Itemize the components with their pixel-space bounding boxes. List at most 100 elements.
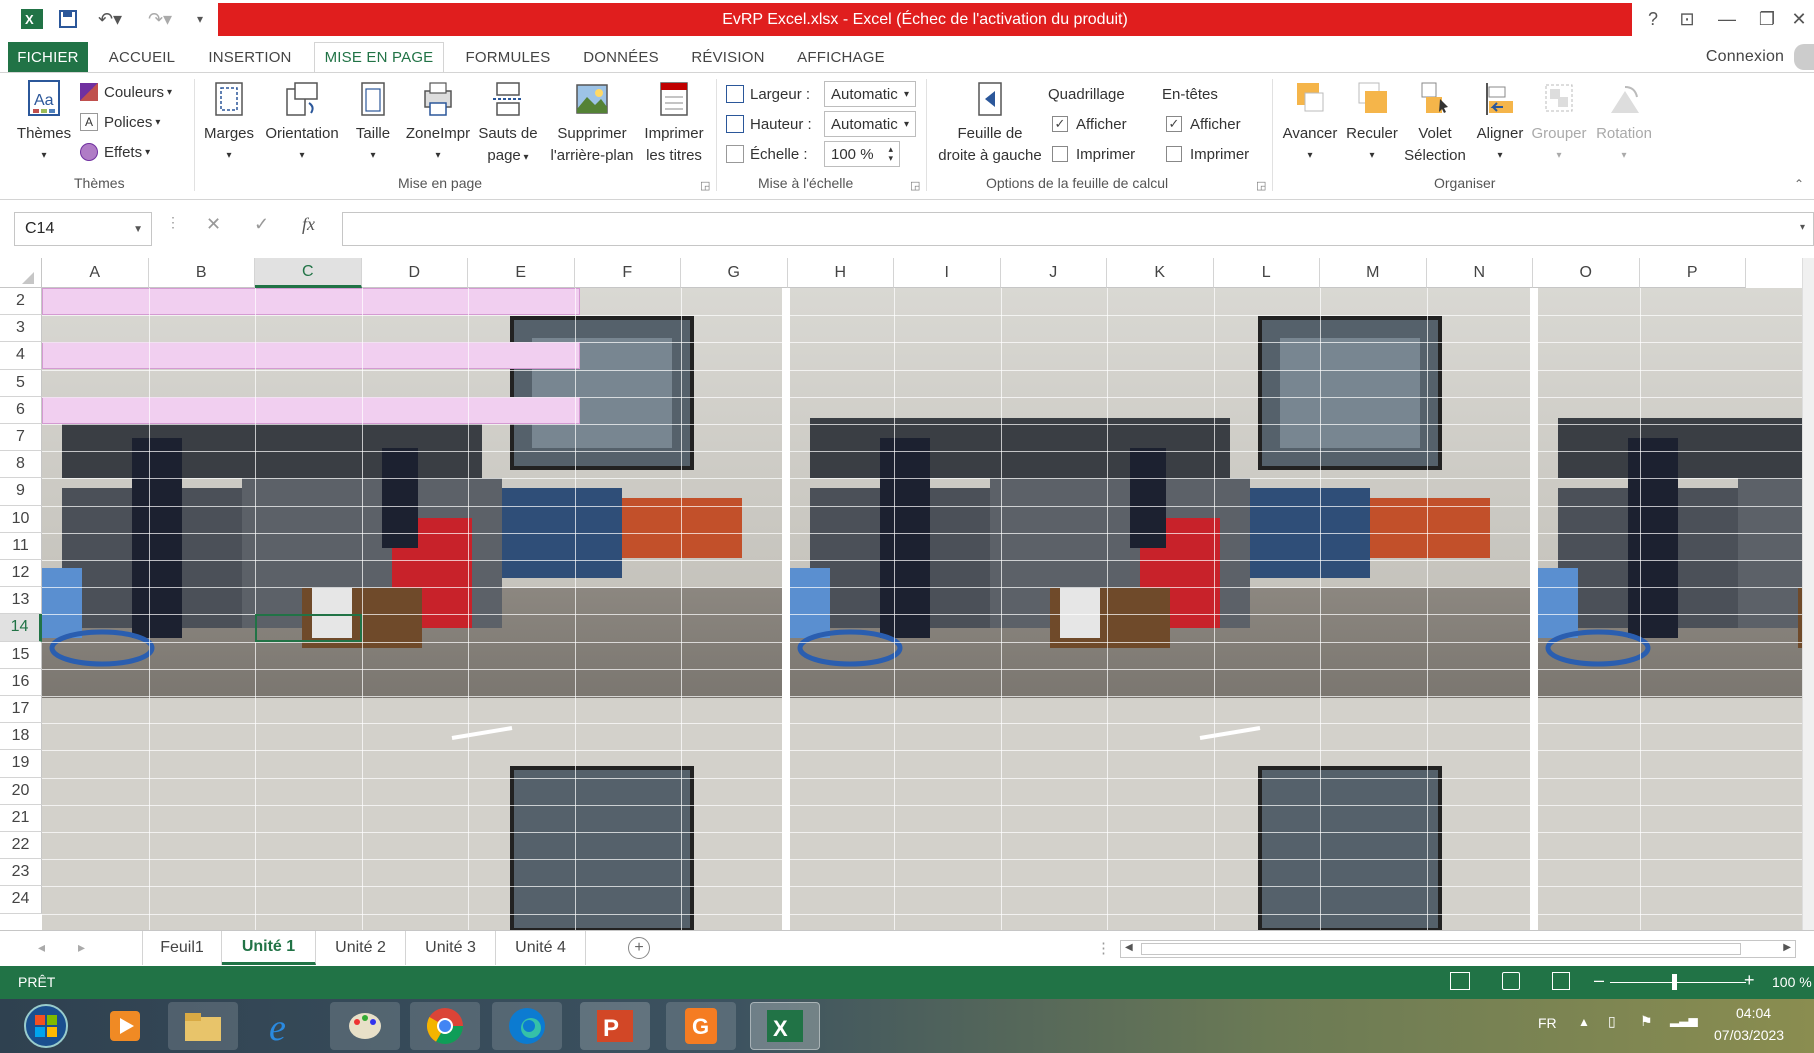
action-center-flag-icon[interactable]: ⚑ bbox=[1640, 1013, 1653, 1030]
collapse-ribbon-icon[interactable]: ⌃ bbox=[1794, 177, 1804, 191]
column-header-E[interactable]: E bbox=[468, 258, 575, 288]
tab-revision[interactable]: RÉVISION bbox=[684, 42, 772, 72]
taille-button[interactable]: Taille ▾ bbox=[350, 79, 396, 167]
tab-accueil[interactable]: ACCUEIL bbox=[100, 42, 184, 72]
language-indicator[interactable]: FR bbox=[1538, 1015, 1557, 1031]
pdf-creator-icon[interactable]: G bbox=[666, 1002, 736, 1050]
row-header-15[interactable]: 15 bbox=[0, 641, 42, 669]
sheet-options-launcher-icon[interactable]: ◲ bbox=[1256, 179, 1266, 192]
account-avatar[interactable] bbox=[1794, 44, 1814, 70]
enter-icon[interactable]: ✓ bbox=[254, 214, 269, 235]
column-header-C[interactable]: C bbox=[255, 258, 362, 288]
active-cell-C14[interactable] bbox=[255, 614, 362, 642]
vertical-scrollbar[interactable] bbox=[1802, 258, 1814, 930]
row-header-8[interactable]: 8 bbox=[0, 451, 42, 479]
rotation-button[interactable]: Rotation ▾ bbox=[1590, 79, 1658, 167]
name-box[interactable]: C14 ▼ bbox=[14, 212, 152, 246]
feuille-droite-gauche-button[interactable]: Feuille de droite à gauche bbox=[930, 79, 1050, 167]
excel-icon[interactable]: X bbox=[750, 1002, 820, 1050]
row-header-19[interactable]: 19 bbox=[0, 750, 42, 778]
media-player-icon[interactable] bbox=[90, 1002, 160, 1050]
column-header-A[interactable]: A bbox=[42, 258, 149, 288]
redo-icon[interactable]: ↷▾ bbox=[140, 6, 180, 32]
paint-icon[interactable] bbox=[330, 1002, 400, 1050]
volet-selection-button[interactable]: Volet Sélection bbox=[1400, 79, 1470, 167]
column-header-K[interactable]: K bbox=[1107, 258, 1214, 288]
tab-mise-en-page[interactable]: MISE EN PAGE bbox=[314, 42, 444, 72]
largeur-dropdown[interactable]: Automatic ▾ bbox=[824, 81, 916, 107]
scroll-right-icon[interactable]: ▶ bbox=[1783, 942, 1791, 953]
echelle-spinner[interactable]: 100 % ▴ ▾ bbox=[824, 141, 900, 167]
row-header-2[interactable]: 2 bbox=[0, 288, 42, 316]
row-header-6[interactable]: 6 bbox=[0, 396, 42, 424]
formula-input[interactable] bbox=[342, 212, 1814, 246]
select-all-button[interactable] bbox=[0, 258, 42, 288]
zoom-slider[interactable] bbox=[1610, 982, 1746, 983]
orientation-button[interactable]: Orientation ▾ bbox=[260, 79, 344, 167]
customize-quick-access-icon[interactable]: ▾ bbox=[190, 6, 210, 32]
column-header-N[interactable]: N bbox=[1426, 258, 1533, 288]
themes-button[interactable]: Aa Thèmes ▾ bbox=[12, 79, 76, 167]
ribbon-display-options-icon[interactable]: ⊡ bbox=[1670, 4, 1704, 34]
column-header-B[interactable]: B bbox=[148, 258, 255, 288]
column-header-F[interactable]: F bbox=[574, 258, 681, 288]
entetes-afficher-checkbox[interactable]: ✓ Afficher bbox=[1166, 111, 1241, 137]
sauts-de-page-button[interactable]: Sauts de page ▾ bbox=[472, 79, 544, 169]
row-header-4[interactable]: 4 bbox=[0, 342, 42, 370]
sheet-tab-unite-3[interactable]: Unité 3 bbox=[406, 931, 496, 965]
sheet-tab-unite-2[interactable]: Unité 2 bbox=[316, 931, 406, 965]
battery-icon[interactable]: ▯ bbox=[1608, 1013, 1616, 1030]
chrome-icon[interactable] bbox=[410, 1002, 480, 1050]
cells-area[interactable] bbox=[42, 288, 1802, 930]
scale-launcher-icon[interactable]: ◲ bbox=[910, 179, 920, 192]
start-orb-icon[interactable] bbox=[8, 1002, 84, 1050]
expand-formula-icon[interactable]: ▾ bbox=[1800, 222, 1805, 233]
row-header-17[interactable]: 17 bbox=[0, 696, 42, 724]
row-header-18[interactable]: 18 bbox=[0, 723, 42, 751]
quadrillage-imprimer-checkbox[interactable]: Imprimer bbox=[1052, 141, 1135, 167]
effets-button[interactable]: Effets ▾ bbox=[80, 139, 150, 165]
column-header-I[interactable]: I bbox=[894, 258, 1001, 288]
row-header-20[interactable]: 20 bbox=[0, 777, 42, 805]
tab-fichier[interactable]: FICHIER bbox=[8, 42, 88, 72]
row-header-21[interactable]: 21 bbox=[0, 804, 42, 832]
add-sheet-icon[interactable]: + bbox=[628, 937, 650, 959]
show-hidden-icons-icon[interactable]: ▲ bbox=[1578, 1015, 1590, 1029]
column-header-D[interactable]: D bbox=[361, 258, 468, 288]
insert-function-icon[interactable]: fx bbox=[302, 214, 315, 235]
marges-button[interactable]: Marges ▾ bbox=[200, 79, 258, 167]
imprimer-titres-button[interactable]: Imprimer les titres bbox=[636, 79, 712, 167]
sheet-tab-unite-1[interactable]: Unité 1 bbox=[222, 931, 316, 965]
column-header-O[interactable]: O bbox=[1533, 258, 1640, 288]
row-header-5[interactable]: 5 bbox=[0, 369, 42, 397]
couleurs-button[interactable]: Couleurs ▾ bbox=[80, 79, 172, 105]
zoom-out-icon[interactable]: – bbox=[1594, 970, 1604, 991]
column-header-L[interactable]: L bbox=[1213, 258, 1320, 288]
row-header-24[interactable]: 24 bbox=[0, 886, 42, 914]
row-header-11[interactable]: 11 bbox=[0, 532, 42, 560]
column-header-H[interactable]: H bbox=[787, 258, 894, 288]
clock-date[interactable]: 07/03/2023 bbox=[1714, 1027, 1784, 1043]
zone-impression-button[interactable]: ZoneImpr ▾ bbox=[400, 79, 476, 167]
column-header-G[interactable]: G bbox=[681, 258, 788, 288]
clock-time[interactable]: 04:04 bbox=[1736, 1005, 1771, 1021]
scroll-sheets-left-icon[interactable]: ◂ bbox=[38, 939, 45, 956]
split-handle-icon[interactable]: ⋮ bbox=[1096, 939, 1111, 957]
row-header-3[interactable]: 3 bbox=[0, 315, 42, 343]
page-layout-view-icon[interactable] bbox=[1502, 972, 1520, 990]
row-header-23[interactable]: 23 bbox=[0, 859, 42, 887]
zoom-level[interactable]: 100 % bbox=[1772, 974, 1812, 990]
connexion-link[interactable]: Connexion bbox=[1700, 42, 1790, 72]
column-header-M[interactable]: M bbox=[1320, 258, 1427, 288]
row-header-22[interactable]: 22 bbox=[0, 832, 42, 860]
scroll-sheets-right-icon[interactable]: ▸ bbox=[78, 939, 85, 956]
internet-explorer-icon[interactable]: e bbox=[250, 1002, 320, 1050]
grouper-button[interactable]: Grouper ▾ bbox=[1528, 79, 1590, 167]
close-button[interactable]: ✕ bbox=[1782, 4, 1814, 34]
save-icon[interactable] bbox=[54, 6, 82, 32]
powerpoint-icon[interactable]: P bbox=[580, 1002, 650, 1050]
zoom-in-icon[interactable]: + bbox=[1744, 970, 1755, 991]
supprimer-arriere-plan-button[interactable]: Supprimer l'arrière-plan bbox=[544, 79, 640, 167]
page-break-view-icon[interactable] bbox=[1552, 972, 1570, 990]
avancer-button[interactable]: Avancer ▾ bbox=[1278, 79, 1342, 167]
